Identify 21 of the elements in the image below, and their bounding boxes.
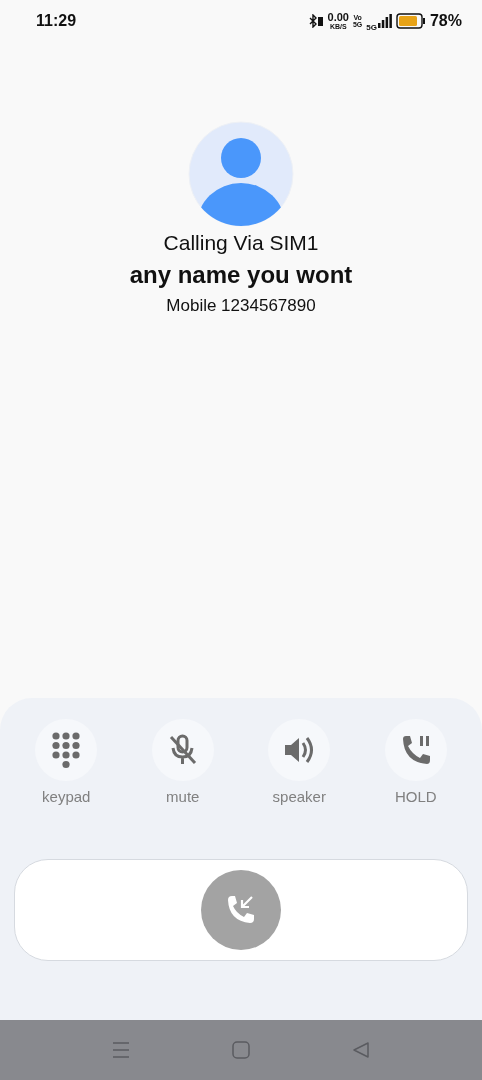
muted-microphone-icon	[167, 734, 198, 766]
speaker-button[interactable]: speaker	[254, 719, 345, 805]
speaker-icon	[283, 735, 316, 765]
bluetooth-icon	[307, 14, 324, 28]
phone-number: Mobile 1234567890	[166, 296, 316, 316]
network-label: 5G	[366, 22, 377, 32]
hold-button[interactable]: HOLD	[370, 719, 461, 805]
keypad-button[interactable]: keypad	[21, 719, 112, 805]
avatar-icon	[188, 121, 294, 227]
battery-icon	[395, 13, 426, 29]
dialpad-icon	[51, 731, 82, 769]
menu-icon[interactable]	[112, 1041, 130, 1059]
mute-button[interactable]: mute	[137, 719, 228, 805]
calling-via-label: Calling Via SIM1	[163, 231, 319, 255]
contact-name: any name you wont	[129, 261, 353, 289]
status-time: 11:29	[36, 12, 77, 30]
speed-value: 0.00	[327, 12, 349, 23]
home-icon[interactable]	[232, 1041, 250, 1059]
back-icon[interactable]	[352, 1041, 370, 1059]
signal-icon	[377, 14, 392, 28]
battery-percent: 78%	[429, 12, 462, 30]
